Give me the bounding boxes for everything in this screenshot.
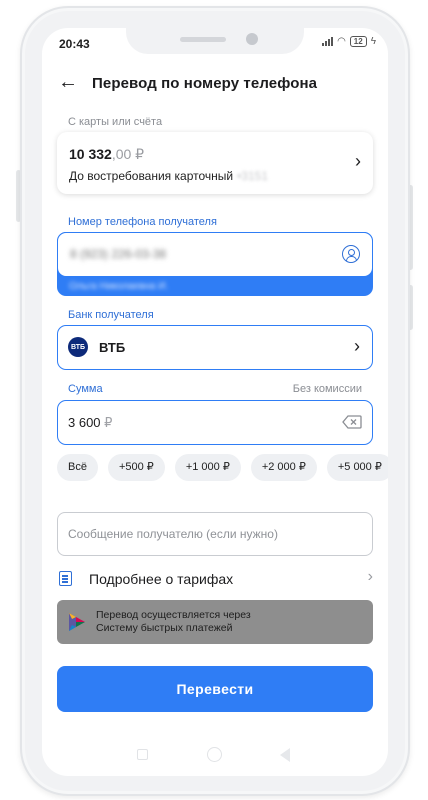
quick-amount-chip[interactable]: +1 000 ₽	[174, 454, 241, 481]
tariffs-link[interactable]: Подробнее о тарифах ›	[59, 568, 373, 590]
amount-value: 3 600 ₽	[68, 415, 113, 430]
document-icon	[59, 571, 72, 586]
message-input[interactable]: Сообщение получателю (если нужно)	[57, 512, 373, 556]
signal-icon	[322, 37, 334, 46]
quick-amounts: Всё +500 ₽ +1 000 ₽ +2 000 ₽ +5 000 ₽	[57, 454, 388, 481]
recipient-phone-field[interactable]: 8 (923) 226-03-38 Ольга Николаевна И.	[57, 232, 373, 296]
nav-back-icon[interactable]	[280, 748, 290, 762]
account-number: •3151	[237, 169, 268, 183]
recipient-bank-field[interactable]: ВТБ ВТБ ›	[57, 325, 373, 370]
bank-label: Банк получателя	[68, 309, 154, 321]
account-name: До востребования карточный •3151	[69, 169, 268, 183]
quick-amount-chip[interactable]: +5 000 ₽	[326, 454, 388, 481]
source-account-card[interactable]: 10 332,00 ₽ До востребования карточный •3…	[57, 132, 373, 194]
clear-input-icon[interactable]	[342, 415, 362, 429]
battery-icon: 12	[349, 36, 367, 47]
amount-input[interactable]: 3 600 ₽	[57, 400, 373, 445]
quick-amount-chip[interactable]: Всё	[57, 454, 98, 481]
phone-label: Номер телефона получателя	[68, 216, 217, 228]
quick-amount-chip[interactable]: +500 ₽	[107, 454, 165, 481]
transfer-button[interactable]: Перевести	[57, 666, 373, 712]
vtb-logo-icon: ВТБ	[68, 337, 88, 357]
back-arrow-icon[interactable]: ←	[58, 72, 80, 94]
notch	[126, 28, 304, 54]
wifi-icon: ◠	[337, 36, 346, 47]
charging-icon: ϟ	[370, 36, 376, 47]
system-nav-bar	[42, 740, 388, 770]
status-time: 20:43	[59, 37, 90, 51]
chevron-right-icon: ›	[355, 151, 361, 171]
header: ← Перевод по номеру телефона	[58, 72, 317, 94]
chevron-right-icon: ›	[367, 568, 373, 585]
bank-name: ВТБ	[99, 340, 126, 355]
phone-value: 8 (923) 226-03-38	[70, 247, 167, 261]
recent-apps-icon[interactable]	[137, 749, 148, 760]
recipient-name: Ольга Николаевна И.	[69, 281, 169, 292]
contact-icon[interactable]	[342, 245, 360, 263]
tariffs-label: Подробнее о тарифах	[89, 571, 234, 587]
front-camera	[246, 33, 258, 45]
status-icons: ◠ 12 ϟ	[322, 36, 376, 47]
phone-input[interactable]: 8 (923) 226-03-38	[57, 232, 373, 277]
chevron-right-icon: ›	[354, 336, 360, 356]
sbp-text: Перевод осуществляется через Систему быс…	[96, 609, 251, 634]
amount-label: Сумма	[68, 383, 103, 395]
quick-amount-chip[interactable]: +2 000 ₽	[250, 454, 317, 481]
sbp-logo-icon	[69, 613, 85, 631]
app-screen: 20:43 ◠ 12 ϟ ← Перевод по номеру телефон…	[42, 28, 388, 776]
home-icon[interactable]	[207, 747, 222, 762]
sbp-banner: Перевод осуществляется через Систему быс…	[57, 600, 373, 644]
commission-note: Без комиссии	[292, 383, 362, 395]
account-balance: 10 332,00 ₽	[69, 146, 145, 162]
page-title: Перевод по номеру телефона	[92, 74, 318, 92]
speaker	[180, 37, 226, 42]
message-placeholder: Сообщение получателю (если нужно)	[68, 527, 278, 541]
source-label: С карты или счёта	[68, 116, 163, 128]
